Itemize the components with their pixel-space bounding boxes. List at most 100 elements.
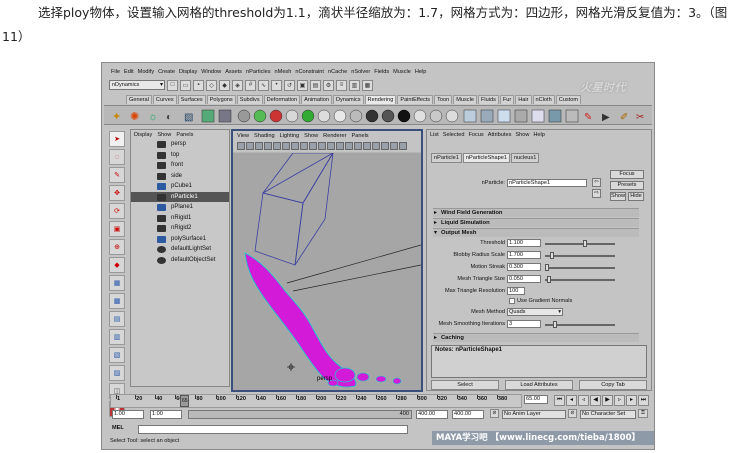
shade-wire-icon[interactable] <box>318 142 326 150</box>
end-time-field[interactable]: 400.00 <box>452 410 484 419</box>
history-icon[interactable]: ↺ <box>284 79 295 91</box>
ao-icon[interactable] <box>381 142 389 150</box>
motion-streak-slider[interactable] <box>545 267 615 269</box>
menu-fields[interactable]: Fields <box>374 69 389 75</box>
outliner-menu-panels[interactable]: Panels <box>176 132 193 138</box>
lasso-tool-icon[interactable]: ◌ <box>109 149 125 165</box>
shelf-tab-toon[interactable]: Toon <box>434 95 453 104</box>
persp-graph-icon[interactable]: ▥ <box>109 329 125 345</box>
motion-blur-icon[interactable] <box>390 142 398 150</box>
menu-assets[interactable]: Assets <box>225 69 242 75</box>
outliner-menu-display[interactable]: Display <box>134 132 152 138</box>
time-slider[interactable]: 1204060801001201401601802002202402602803… <box>110 394 522 408</box>
step-back-key-icon[interactable]: ◃ <box>578 395 589 406</box>
bookmark-icon[interactable] <box>255 142 263 150</box>
motion-streak-field[interactable]: 0.300 <box>507 263 541 271</box>
camera-icon[interactable] <box>237 142 245 150</box>
film-gate-icon[interactable] <box>282 142 290 150</box>
save-scene-icon[interactable]: ▪ <box>193 79 204 91</box>
outliner-item-pplane1[interactable]: pPlane1 <box>131 202 229 213</box>
go-to-end-icon[interactable]: ⏭ <box>638 395 649 406</box>
single-view-icon[interactable]: ▦ <box>109 275 125 291</box>
step-forward-icon[interactable]: ▸ <box>626 395 637 406</box>
blobby-radius-slider-handle[interactable] <box>550 252 554 259</box>
outliner-menu-show[interactable]: Show <box>157 132 171 138</box>
rotate-tool-icon[interactable]: ⟳ <box>109 203 125 219</box>
resolution-gate-icon[interactable] <box>291 142 299 150</box>
shelf-tool-icons[interactable]: ✦ ✺ ☼ ◐ ▧ ✎ ▶ ✐ ✂ <box>112 109 644 123</box>
shelf-tab-curves[interactable]: Curves <box>152 95 177 104</box>
move-tool-icon[interactable]: ✥ <box>109 185 125 201</box>
attr-tab-nparticleshape1[interactable]: nParticleShape1 <box>462 153 510 163</box>
current-frame-field[interactable]: 65.00 <box>524 395 548 404</box>
perspective-viewport[interactable]: persp <box>233 153 421 390</box>
menu-ncache[interactable]: nCache <box>328 69 347 75</box>
section-liquid-simulation[interactable]: Liquid Simulation <box>433 218 639 228</box>
snap-curve-icon[interactable]: ∿ <box>258 79 269 91</box>
shelf-tab-animation[interactable]: Animation <box>301 95 332 104</box>
shelf-tab-surfaces[interactable]: Surfaces <box>177 95 206 104</box>
shelf-tab-deformation[interactable]: Deformation <box>263 95 301 104</box>
outliner-item-nrigid2[interactable]: nRigid2 <box>131 223 229 234</box>
threshold-field[interactable]: 1.100 <box>507 239 541 247</box>
select-hierarchy-icon[interactable]: ◇ <box>206 79 217 91</box>
outliner-item-defaultlightset[interactable]: defaultLightSet <box>131 244 229 255</box>
persp-outliner-icon[interactable]: ▤ <box>109 311 125 327</box>
four-view-icon[interactable]: ▩ <box>109 293 125 309</box>
select-component-icon[interactable]: ◈ <box>232 79 243 91</box>
viewport-menu-shading[interactable]: Shading <box>254 133 275 139</box>
viewport-menu-show[interactable]: Show <box>304 133 318 139</box>
step-back-icon[interactable]: ◂ <box>566 395 577 406</box>
presets-button[interactable]: Presets <box>610 181 644 190</box>
mesh-smoothing-field[interactable]: 3 <box>507 320 541 328</box>
outliner-item-nrigid1[interactable]: nRigid1 <box>131 213 229 224</box>
high-quality-icon[interactable] <box>372 142 380 150</box>
max-triangle-resolution-field[interactable]: 100 <box>507 287 525 295</box>
load-attributes-button[interactable]: Load Attributes <box>505 380 573 390</box>
shelf-tab-fluids[interactable]: Fluids <box>477 95 499 104</box>
render-settings-icon[interactable]: ⚙ <box>323 79 334 91</box>
anim-layer-icon[interactable]: ⊘ <box>490 409 499 418</box>
shelf-tab-polygons[interactable]: Polygons <box>206 95 236 104</box>
viewport-menu-view[interactable]: View <box>237 133 249 139</box>
textured-icon[interactable] <box>327 142 335 150</box>
focus-button[interactable]: Focus <box>610 170 644 179</box>
character-set-icon[interactable]: ⊘ <box>568 409 577 418</box>
show-button[interactable]: Show <box>610 192 626 201</box>
viewport-menu-lighting[interactable]: Lighting <box>280 133 300 139</box>
hypershade-icon[interactable]: ▧ <box>109 347 125 363</box>
menu-nparticles[interactable]: nParticles <box>246 69 271 75</box>
attr-menu-list[interactable]: List <box>430 132 439 138</box>
outliner-item-front[interactable]: front <box>131 160 229 171</box>
menu-nconstraint[interactable]: nConstraint <box>295 69 324 75</box>
shelf-tab-dynamics[interactable]: Dynamics <box>332 95 364 104</box>
attr-tab-nucleus1[interactable]: nucleus1 <box>510 153 540 163</box>
viewport-menu-panels[interactable]: Panels <box>352 133 369 139</box>
motion-streak-slider-handle[interactable] <box>545 264 549 271</box>
sidebar-toggle-icon[interactable]: ▥ <box>349 79 360 91</box>
outliner-item-side[interactable]: side <box>131 171 229 182</box>
grid-icon[interactable] <box>273 142 281 150</box>
playback-end-field[interactable]: 400.00 <box>416 410 448 419</box>
new-scene-icon[interactable]: □ <box>167 79 178 91</box>
input-connection-icon[interactable]: ⇦ <box>592 178 601 187</box>
menu-window[interactable]: Window <box>201 69 221 75</box>
mesh-triangle-size-slider-handle[interactable] <box>547 276 551 283</box>
section-output-mesh[interactable]: Output Mesh <box>433 228 639 238</box>
blobby-radius-slider[interactable] <box>545 255 615 257</box>
camera-attr-icon[interactable] <box>246 142 254 150</box>
mesh-method-dropdown[interactable]: Quads ▾ <box>507 308 563 316</box>
shelf-tab-painteffects[interactable]: PaintEffects <box>397 95 434 104</box>
select-button[interactable]: Select <box>431 380 499 390</box>
shelf-tab-general[interactable]: General <box>126 95 152 104</box>
blobby-radius-field[interactable]: 1.700 <box>507 251 541 259</box>
layout-icon[interactable]: ▨ <box>109 365 125 381</box>
section-wind-field-generation[interactable]: Wind Field Generation <box>433 208 639 218</box>
snap-point-icon[interactable]: • <box>271 79 282 91</box>
threshold-slider-handle[interactable] <box>583 240 587 247</box>
menu-file[interactable]: File <box>111 69 120 75</box>
outliner-item-nparticle1[interactable]: nParticle1 <box>131 191 229 202</box>
render-icon[interactable]: ▣ <box>297 79 308 91</box>
node-name-field[interactable]: nParticleShape1 <box>507 179 587 187</box>
anim-layer-dropdown[interactable]: No Anim Layer <box>502 410 566 419</box>
